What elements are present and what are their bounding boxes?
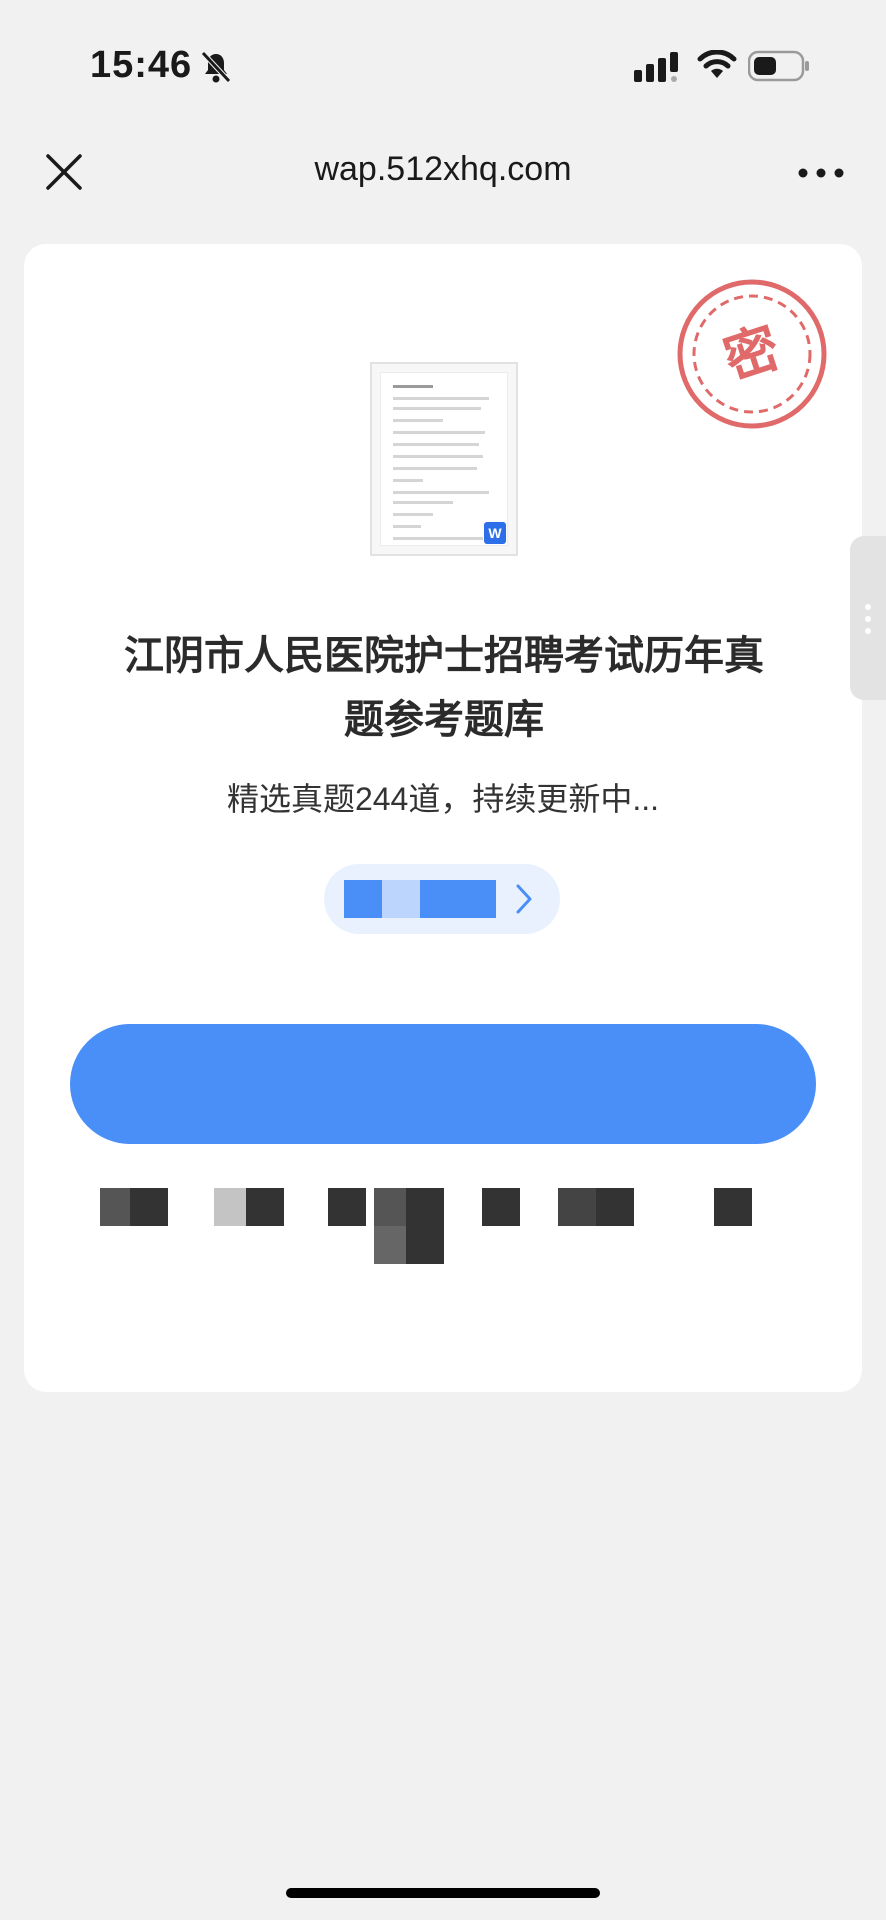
primary-action-button[interactable] — [70, 1024, 816, 1144]
bell-slash-icon — [201, 51, 231, 83]
side-drawer-handle[interactable] — [850, 536, 886, 700]
page-title: 江阴市人民医院护士招聘考试历年真题参考题库 — [124, 634, 764, 742]
battery-icon — [748, 50, 809, 82]
signal-icon — [634, 52, 678, 82]
stamp-character: 密 — [716, 315, 787, 392]
more-icon[interactable] — [796, 158, 846, 188]
home-indicator[interactable] — [286, 1888, 600, 1898]
question-count-text: 精选真题244道，持续更新中... — [226, 781, 660, 817]
obscured-label — [344, 880, 496, 918]
browser-nav-bar: wap.512xhq.com — [0, 122, 886, 222]
confidential-stamp: 密 — [677, 279, 827, 429]
document-page — [380, 372, 508, 546]
chevron-right-icon — [516, 884, 532, 914]
word-file-icon: W — [484, 522, 506, 544]
document-card: 密 W 江阴市人民医院护士招聘考试历年真题参考题库 精选真题244道，持续更新中… — [24, 244, 862, 1392]
wifi-icon — [697, 50, 737, 78]
page-url: wap.512xhq.com — [314, 150, 572, 188]
preview-link-button[interactable] — [324, 864, 560, 934]
status-time: 15:46 — [90, 44, 193, 86]
obscured-text — [70, 1188, 816, 1268]
status-bar: 15:46 — [0, 0, 886, 122]
document-thumbnail[interactable]: W — [370, 362, 518, 556]
